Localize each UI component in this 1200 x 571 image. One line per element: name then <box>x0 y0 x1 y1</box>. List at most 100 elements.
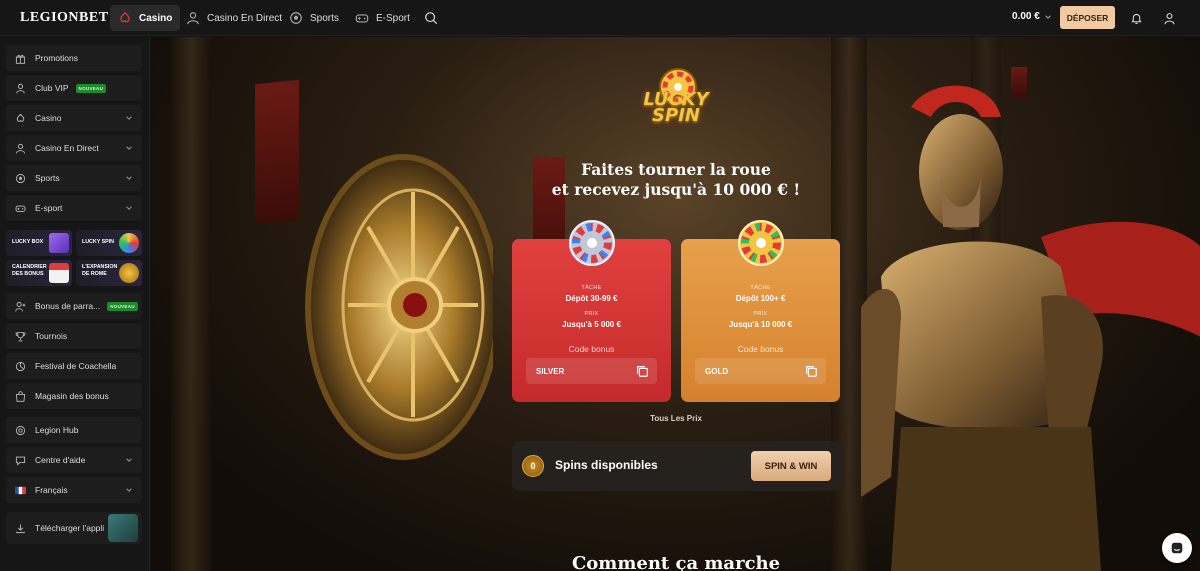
sidebar-item-label: Festival de Coachella <box>35 361 117 371</box>
france-flag-icon <box>15 486 26 494</box>
sidebar-item-label: Bonus de parra... <box>35 301 101 311</box>
sidebar-item-label: Magasin des bonus <box>35 391 109 401</box>
chevron-down-icon <box>126 458 132 462</box>
lucky-spin-title-line2: SPIN <box>652 105 700 126</box>
profile-button[interactable] <box>1156 5 1182 31</box>
task-label: TÂCHE <box>750 285 771 291</box>
sidebar-item-promotions[interactable]: Promotions <box>6 45 142 71</box>
sidebar-item-live-casino[interactable]: Casino En Direct <box>6 135 142 161</box>
sidebar-item-label: Français <box>35 485 68 495</box>
bonus-code-value: SILVER <box>536 366 565 376</box>
download-app-label: Télécharger l'appli <box>35 523 105 533</box>
deposit-button[interactable]: DÉPOSER <box>1060 6 1115 29</box>
chevron-down-icon <box>126 176 132 180</box>
spins-panel: 0 Spins disponibles SPIN & WIN <box>512 441 841 491</box>
bell-icon <box>1130 13 1142 24</box>
sidebar-item-legion-hub[interactable]: Legion Hub <box>6 417 142 443</box>
balance-selector[interactable]: 0.00 € <box>1012 11 1052 22</box>
sidebar-item-label: Tournois <box>35 331 68 341</box>
download-icon <box>16 523 25 533</box>
casino-icon <box>120 11 130 23</box>
sidebar-item-referral-bonus[interactable]: Bonus de parra... NOUVEAU <box>6 293 142 319</box>
task-value: Dépôt 100+ € <box>735 294 786 303</box>
sidebar-item-label: Promotions <box>35 53 78 63</box>
chevron-down-icon <box>126 206 132 210</box>
sidebar-item-language[interactable]: Français <box>6 477 142 503</box>
sidebar-item-esport[interactable]: E-sport <box>6 195 142 221</box>
wheel-icon <box>119 233 139 253</box>
nav-esport-label: E-Sport <box>376 12 410 24</box>
headline-line1: Faites tourner la roue <box>581 160 771 179</box>
copy-icon[interactable] <box>804 364 818 378</box>
notifications-button[interactable] <box>1123 5 1149 31</box>
sidebar-item-label: E-sport <box>35 203 63 213</box>
gamepad-icon <box>15 205 26 212</box>
calendar-icon <box>49 263 69 283</box>
balance-amount: 0.00 € <box>1012 11 1040 22</box>
nav-live-casino-label: Casino En Direct <box>207 12 283 24</box>
top-navigation: LEGIONBET Casino Casino En Direct Sports… <box>0 0 1200 36</box>
gift-icon <box>15 54 26 64</box>
lucky-spin-hero: LUCKY SPIN Faites tourner la roue et rec… <box>151 37 1200 571</box>
phone-icon <box>108 514 138 542</box>
new-badge: NOUVEAU <box>75 83 107 93</box>
bonus-code-value: GOLD <box>705 366 729 376</box>
trophy-icon <box>15 331 26 341</box>
headline-line2: et recevez jusqu'à 10 000 € ! <box>551 180 801 199</box>
spins-count-badge: 0 <box>522 455 544 477</box>
treasure-icon <box>119 263 139 283</box>
search-button[interactable] <box>418 5 444 31</box>
sidebar-item-festival[interactable]: Festival de Coachella <box>6 353 142 379</box>
prize-wheel-icon <box>569 220 615 266</box>
chevron-down-icon <box>1045 14 1051 19</box>
nav-sports[interactable]: Sports <box>281 5 347 31</box>
live-chat-button[interactable] <box>1162 533 1192 563</box>
sidebar-item-club-vip[interactable]: Club VIP NOUVEAU <box>6 75 142 101</box>
chat-icon <box>1171 542 1183 554</box>
sidebar-item-label: Centre d'aide <box>35 455 86 465</box>
sidebar-item-label: Legion Hub <box>35 425 79 435</box>
download-app-button[interactable]: Télécharger l'appli <box>6 512 142 544</box>
logo[interactable]: LEGIONBET <box>20 10 109 26</box>
all-prizes-link[interactable]: Tous Les Prix <box>621 414 731 423</box>
sidebar-item-label: Club VIP <box>35 83 69 93</box>
spin-and-win-button[interactable]: SPIN & WIN <box>751 451 831 481</box>
hero-headline: Faites tourner la roue et recevez jusqu'… <box>511 160 841 200</box>
prize-wheel-icon <box>738 220 784 266</box>
hub-icon <box>15 425 26 435</box>
sidebar-item-bonus-shop[interactable]: Magasin des bonus <box>6 383 142 409</box>
spins-available-label: Spins disponibles <box>555 458 658 472</box>
soccer-ball-icon <box>15 173 26 183</box>
user-icon <box>1164 12 1174 24</box>
tile-lucky-box[interactable]: LUCKY BOX <box>6 230 72 256</box>
nav-casino[interactable]: Casino <box>110 5 181 31</box>
tile-rome-expansion[interactable]: L'EXPANSION DE ROME <box>76 260 142 286</box>
bonus-code-field[interactable]: SILVER <box>526 358 657 384</box>
golden-shield-illustration <box>305 154 493 460</box>
tile-label: LUCKY BOX <box>12 239 44 245</box>
copy-icon[interactable] <box>635 364 649 378</box>
logo-text: LEGIONBET <box>20 10 109 25</box>
sidebar-item-help-center[interactable]: Centre d'aide <box>6 447 142 473</box>
tile-label: LUCKY SPIN <box>82 239 114 245</box>
nav-esport[interactable]: E-Sport <box>347 5 418 31</box>
dealer-icon <box>187 12 199 25</box>
dealer-icon <box>15 143 26 153</box>
nav-live-casino[interactable]: Casino En Direct <box>178 5 290 31</box>
bonus-code-label: Code bonus <box>737 344 784 354</box>
lucky-spin-title: LUCKY SPIN <box>629 91 723 126</box>
tile-lucky-spin[interactable]: LUCKY SPIN <box>76 230 142 256</box>
bonus-code-field[interactable]: GOLD <box>695 358 826 384</box>
gladiator-illustration <box>861 85 1200 571</box>
tile-bonus-calendar[interactable]: CALENDRIER DES BONUS <box>6 260 72 286</box>
chevron-down-icon <box>126 116 132 120</box>
user-plus-icon <box>15 301 26 311</box>
festival-icon <box>15 361 26 371</box>
chevron-down-icon <box>126 146 132 150</box>
nav-sports-label: Sports <box>310 12 339 24</box>
casino-icon <box>16 113 25 122</box>
sidebar-item-casino[interactable]: Casino <box>6 105 142 131</box>
sidebar-item-tournaments[interactable]: Tournois <box>6 323 142 349</box>
task-value: Dépôt 30-99 € <box>565 294 618 303</box>
sidebar-item-sports[interactable]: Sports <box>6 165 142 191</box>
